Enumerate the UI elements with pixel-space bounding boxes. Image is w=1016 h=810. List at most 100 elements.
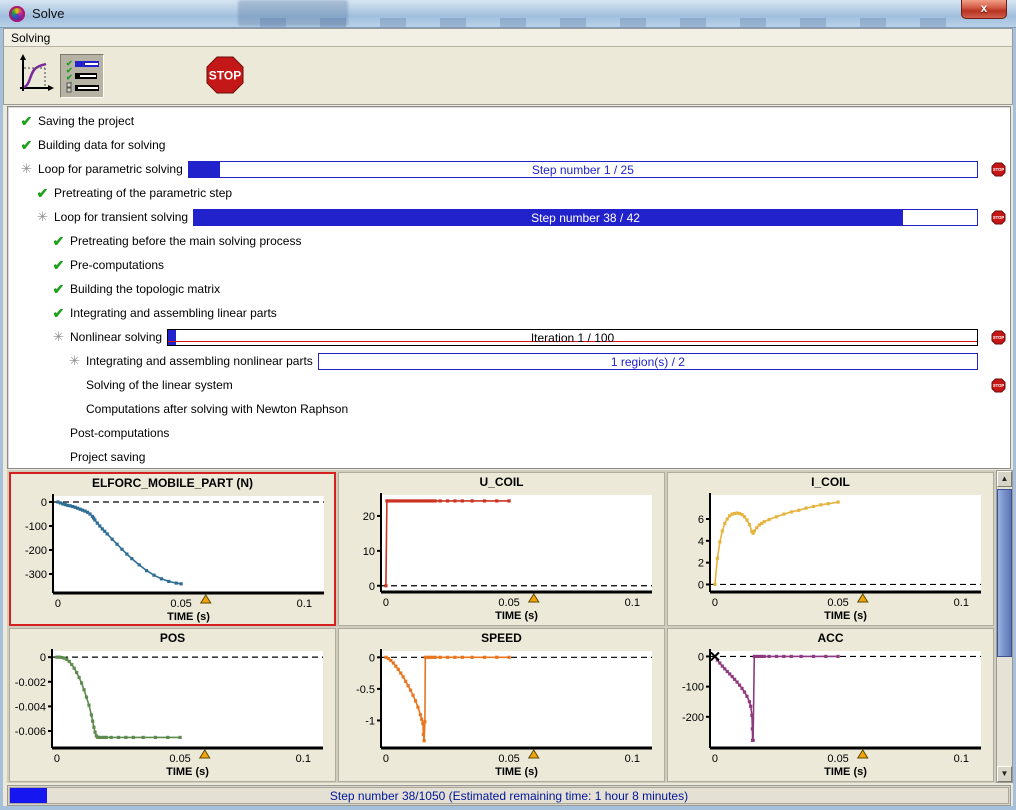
svg-text:0.1: 0.1 xyxy=(297,598,312,610)
check-icon: ✔ xyxy=(50,257,67,274)
svg-text:0: 0 xyxy=(41,497,47,509)
stop-icon: STOP xyxy=(991,162,1006,177)
stop-icon: STOP xyxy=(991,378,1006,393)
svg-text:-0.002: -0.002 xyxy=(15,677,46,689)
task-progress-bar: Step number 38 / 42 xyxy=(193,209,978,226)
task-panel: ✔Saving the project✔Building data for so… xyxy=(7,106,1011,469)
svg-text:TIME (s): TIME (s) xyxy=(166,766,209,778)
svg-text:0: 0 xyxy=(54,753,60,765)
svg-text:0: 0 xyxy=(369,652,375,664)
svg-text:STOP: STOP xyxy=(993,215,1005,220)
svg-text:-100: -100 xyxy=(25,521,47,533)
task-row: ✔Saving the project xyxy=(8,109,1006,133)
task-label: Solving of the linear system xyxy=(83,378,238,392)
svg-text:10: 10 xyxy=(363,546,375,558)
task-label: Pretreating of the parametric step xyxy=(51,186,237,200)
svg-text:0.05: 0.05 xyxy=(169,753,190,765)
svg-text:-200: -200 xyxy=(25,545,47,557)
task-row: Solving of the linear system STOP xyxy=(8,373,1006,397)
curve-chart-icon xyxy=(16,54,54,96)
svg-text:2: 2 xyxy=(698,558,704,570)
svg-text:TIME (s): TIME (s) xyxy=(495,766,538,778)
chart-tile-i-coil[interactable]: I_COIL024600.050.1TIME (s) xyxy=(667,472,994,626)
task-row: ✔Integrating and assembling linear parts xyxy=(8,301,1006,325)
progress-list-view-button[interactable]: ✔ ✔ ✔ ✔ xyxy=(60,54,104,98)
check-icon: ✔ xyxy=(18,137,35,154)
check-icon: ✔ xyxy=(50,233,67,250)
task-progress-bar: Iteration 1 / 100 xyxy=(167,329,978,346)
task-progress-text: Step number 38 / 42 xyxy=(194,211,977,225)
svg-text:TIME (s): TIME (s) xyxy=(167,611,210,623)
svg-text:STOP: STOP xyxy=(993,335,1005,340)
svg-text:0.05: 0.05 xyxy=(498,597,519,609)
svg-text:0: 0 xyxy=(383,597,389,609)
chart-tile-elforc-mobile-part-n[interactable]: ELFORC_MOBILE_PART (N)0-100-200-30000.05… xyxy=(9,472,336,626)
svg-text:STOP: STOP xyxy=(993,167,1005,172)
svg-text:-0.5: -0.5 xyxy=(356,684,375,696)
task-row: ✔Pretreating of the parametric step xyxy=(8,181,1006,205)
task-stop-slot[interactable]: STOP xyxy=(984,329,1006,344)
title-bar[interactable]: Solve x xyxy=(0,0,1016,28)
svg-text:0.05: 0.05 xyxy=(827,597,848,609)
stop-solving-button[interactable]: STOP xyxy=(206,56,244,99)
svg-text:-0.004: -0.004 xyxy=(15,701,46,713)
task-label: Building the topologic matrix xyxy=(67,282,225,296)
task-label: Loop for parametric solving xyxy=(35,162,188,176)
task-label: Building data for solving xyxy=(35,138,170,152)
task-label: Integrating and assembling linear parts xyxy=(67,306,282,320)
spinner-icon: ✳ xyxy=(50,329,67,345)
svg-text:-300: -300 xyxy=(25,569,47,581)
task-label: Pre-computations xyxy=(67,258,169,272)
spinner-icon: ✳ xyxy=(34,209,51,225)
task-label: Saving the project xyxy=(35,114,139,128)
task-label: Project saving xyxy=(67,450,150,464)
svg-text:0.05: 0.05 xyxy=(827,753,848,765)
task-label: Integrating and assembling nonlinear par… xyxy=(83,354,318,368)
svg-text:0.1: 0.1 xyxy=(954,753,969,765)
svg-text:0.05: 0.05 xyxy=(170,598,191,610)
close-button[interactable]: x xyxy=(961,0,1007,19)
charts-scrollbar[interactable]: ▲ ▼ xyxy=(996,470,1013,783)
svg-text:-1: -1 xyxy=(365,715,375,727)
chart-title: ACC xyxy=(668,629,993,645)
chart-tile-speed[interactable]: SPEED0-0.5-100.050.1TIME (s) xyxy=(338,628,665,782)
scroll-up-button[interactable]: ▲ xyxy=(997,471,1012,487)
global-progress-bar: Step number 38/1050 (Estimated remaining… xyxy=(9,787,1009,804)
task-row: ✳Nonlinear solvingIteration 1 / 100STOP xyxy=(8,325,1006,349)
task-row: ✔Building data for solving xyxy=(8,133,1006,157)
chart-tile-pos[interactable]: POS0-0.002-0.004-0.00600.050.1TIME (s) xyxy=(9,628,336,782)
task-stop-slot[interactable]: STOP xyxy=(984,209,1006,224)
task-row: ✳Loop for transient solvingStep number 3… xyxy=(8,205,1006,229)
svg-text:0.1: 0.1 xyxy=(625,597,640,609)
chart-title: I_COIL xyxy=(668,473,993,489)
status-text: Step number 38/1050 (Estimated remaining… xyxy=(10,789,1008,803)
stop-icon: STOP xyxy=(991,210,1006,225)
task-stop-slot[interactable]: STOP xyxy=(984,377,1006,392)
svg-text:0: 0 xyxy=(698,579,704,591)
curves-view-button[interactable] xyxy=(16,54,54,101)
menu-solving[interactable]: Solving xyxy=(4,29,57,47)
task-row: ✳Loop for parametric solvingStep number … xyxy=(8,157,1006,181)
svg-text:6: 6 xyxy=(698,514,704,526)
task-label: Loop for transient solving xyxy=(51,210,193,224)
svg-text:-200: -200 xyxy=(682,712,704,724)
task-progress-bar: Step number 1 / 25 xyxy=(188,161,978,178)
chart-title: ELFORC_MOBILE_PART (N) xyxy=(11,474,334,490)
spinner-icon: ✳ xyxy=(66,353,83,369)
background-window-toolbar-glimpse xyxy=(260,18,960,28)
svg-text:0.05: 0.05 xyxy=(498,753,519,765)
chart-tile-u-coil[interactable]: U_COIL0102000.050.1TIME (s) xyxy=(338,472,665,626)
task-label: Pretreating before the main solving proc… xyxy=(67,234,306,248)
task-stop-slot[interactable]: STOP xyxy=(984,161,1006,176)
svg-text:0.1: 0.1 xyxy=(296,753,311,765)
svg-text:0: 0 xyxy=(712,753,718,765)
chart-tile-acc[interactable]: ACC0-100-20000.050.1TIME (s) xyxy=(667,628,994,782)
window-title: Solve xyxy=(32,6,65,21)
task-progress-text: Iteration 1 / 100 xyxy=(168,331,977,345)
app-logo-icon xyxy=(9,6,25,22)
svg-text:TIME (s): TIME (s) xyxy=(495,610,538,622)
svg-text:TIME (s): TIME (s) xyxy=(824,766,867,778)
task-row: ✔Pre-computations xyxy=(8,253,1006,277)
scroll-down-button[interactable]: ▼ xyxy=(997,766,1012,782)
scroll-thumb[interactable] xyxy=(997,489,1012,657)
